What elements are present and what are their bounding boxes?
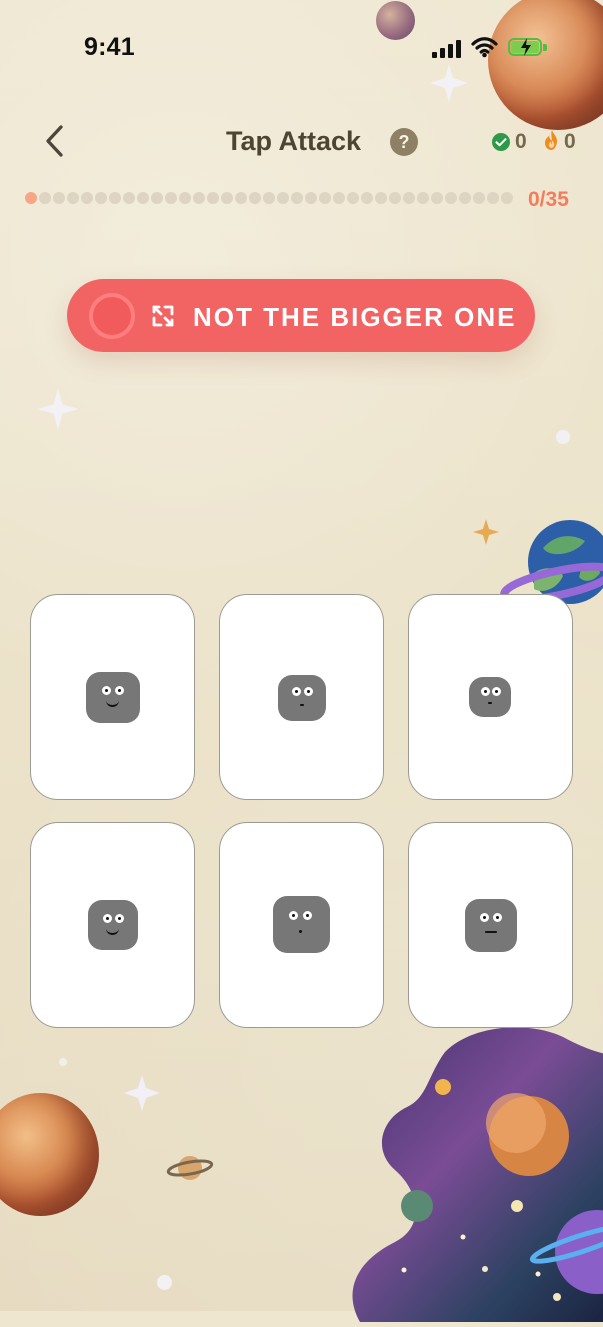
progress-dot: [137, 192, 149, 204]
progress-dot: [221, 192, 233, 204]
face-icon-1: [86, 672, 140, 723]
battery-charging-icon: [508, 38, 550, 58]
help-button[interactable]: ?: [390, 128, 418, 156]
progress-dot: [431, 192, 443, 204]
progress-dot: [249, 192, 261, 204]
progress-dot: [235, 192, 247, 204]
check-circle-icon: [492, 133, 510, 151]
progress-dot: [403, 192, 415, 204]
progress-dot: [347, 192, 359, 204]
card-grid: [30, 594, 574, 1029]
face-icon-3: [469, 677, 511, 717]
progress-dot: [333, 192, 345, 204]
progress-dot: [67, 192, 79, 204]
progress-dot: [389, 192, 401, 204]
progress-dot: [473, 192, 485, 204]
progress-dot: [501, 192, 513, 204]
progress-dot: [109, 192, 121, 204]
progress-dot: [179, 192, 191, 204]
streak-count: 0: [564, 130, 576, 153]
progress-dot: [263, 192, 275, 204]
progress-dot: [277, 192, 289, 204]
progress-dot: [25, 192, 37, 204]
back-button[interactable]: [41, 124, 69, 158]
progress-dots: [25, 192, 515, 206]
instruction-pill: NOT THE BIGGER ONE: [67, 279, 535, 352]
status-bar: 9:41: [0, 0, 603, 95]
progress-dot: [305, 192, 317, 204]
face-card-2[interactable]: [219, 594, 384, 800]
progress-dot: [123, 192, 135, 204]
face-icon-5: [273, 896, 330, 953]
progress-dot: [207, 192, 219, 204]
progress-dot: [459, 192, 471, 204]
wifi-icon: [471, 36, 498, 58]
progress-dot: [81, 192, 93, 204]
face-card-1[interactable]: [30, 594, 195, 800]
progress-dot: [361, 192, 373, 204]
progress-dot: [445, 192, 457, 204]
face-icon-6: [465, 899, 517, 952]
progress-dot: [193, 192, 205, 204]
progress-dot: [95, 192, 107, 204]
progress-dot: [151, 192, 163, 204]
progress-dot: [487, 192, 499, 204]
game-header: Tap Attack ? 0 0: [0, 110, 603, 174]
progress-text: 0/35: [528, 188, 569, 211]
progress-track: [25, 187, 515, 211]
progress-dot: [165, 192, 177, 204]
face-card-6[interactable]: [408, 822, 573, 1028]
page-title: Tap Attack: [226, 126, 362, 156]
signal-bars-icon: [432, 39, 464, 58]
face-icon-2: [278, 675, 326, 721]
timer-ring-icon: [89, 293, 135, 339]
chevron-left-icon: [46, 125, 63, 157]
face-card-3[interactable]: [408, 594, 573, 800]
shrink-arrows-icon: [150, 303, 176, 329]
correct-count: 0: [515, 130, 527, 153]
face-card-5[interactable]: [219, 822, 384, 1028]
progress-dot: [375, 192, 387, 204]
progress-dot: [319, 192, 331, 204]
progress-dot: [39, 192, 51, 204]
status-time: 9:41: [84, 33, 135, 61]
face-icon-4: [88, 900, 138, 950]
instruction-text: NOT THE BIGGER ONE: [193, 302, 517, 332]
progress-dot: [53, 192, 65, 204]
face-card-4[interactable]: [30, 822, 195, 1028]
progress-dot: [417, 192, 429, 204]
flame-icon: [543, 129, 560, 151]
progress-dot: [291, 192, 303, 204]
